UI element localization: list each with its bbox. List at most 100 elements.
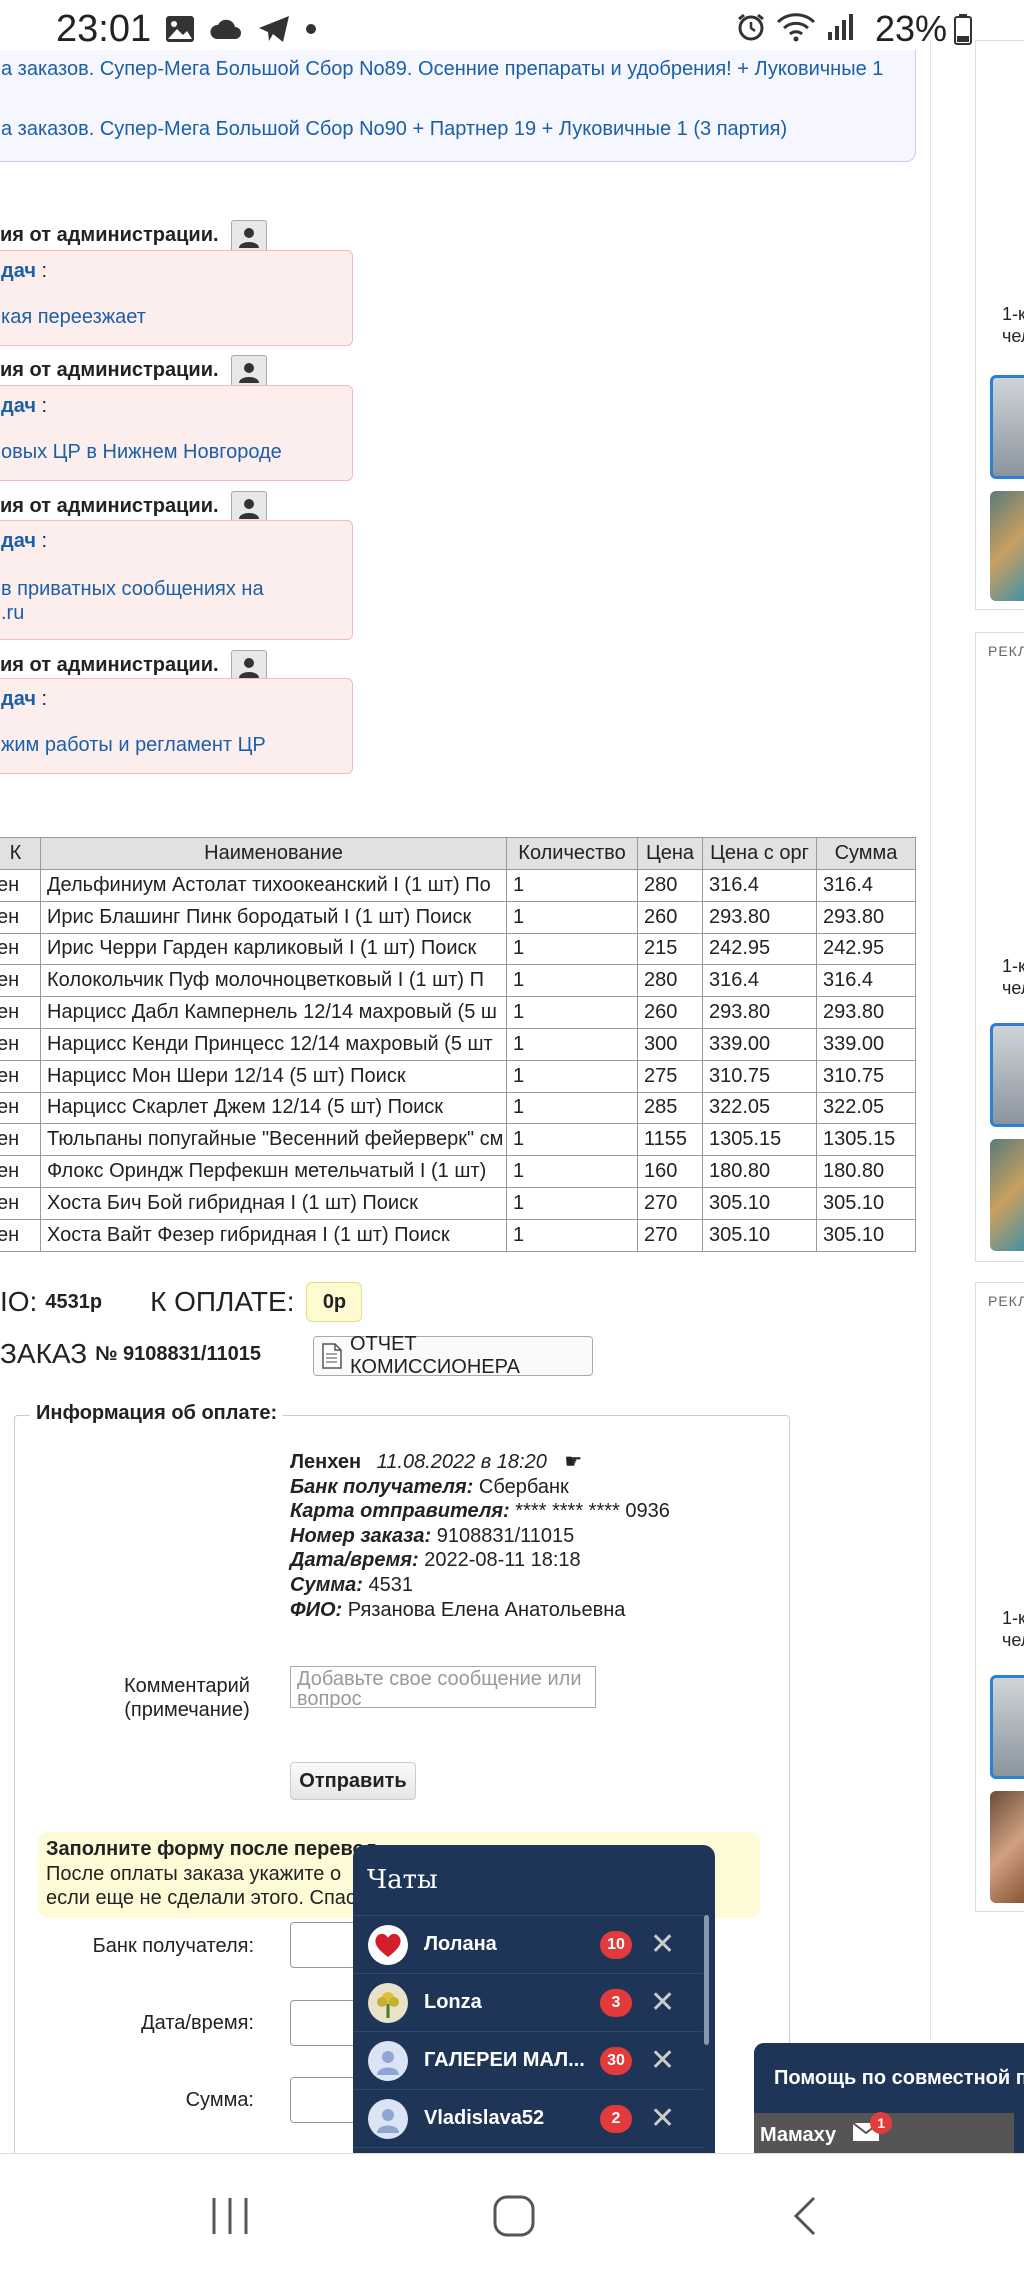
ad-thumbnail[interactable] [990, 491, 1024, 601]
table-cell: ен [0, 1059, 41, 1093]
column-header: К [0, 837, 41, 870]
table-cell: 322.05 [702, 1091, 817, 1125]
announcements-box: а заказов. Супер-Мега Большой Сбор No89.… [0, 50, 916, 162]
topay-label: К ОПЛАТЕ: [150, 1286, 295, 1317]
close-icon[interactable]: ✕ [650, 1929, 675, 1960]
table-cell[interactable]: Нарцисс Мон Шери 12/14 (5 шт) Поиск [40, 1059, 507, 1093]
news-link[interactable]: а заказов. Супер-Мега Большой Сбор No89.… [1, 58, 883, 81]
message-sender[interactable]: дач [1, 395, 36, 417]
chats-scrollbar[interactable] [704, 1915, 709, 2045]
comment-textarea[interactable]: Добавьте свое сообщение или вопрос [290, 1666, 596, 1708]
table-cell: ен [0, 1218, 41, 1252]
wifi-icon [776, 13, 816, 42]
ad-label: РЕКЛ [988, 1293, 1024, 1309]
column-header: Сумма [816, 837, 916, 870]
table-cell[interactable]: Ирис Черри Гарден карликовый I (1 шт) По… [40, 932, 507, 966]
table-row: енНарцисс Мон Шери 12/14 (5 шт) Поиск127… [0, 1059, 916, 1093]
table-cell[interactable]: Нарцисс Скарлет Джем 12/14 (5 шт) Поиск [40, 1091, 507, 1125]
table-cell: 293.80 [702, 900, 817, 934]
table-cell[interactable]: Дельфиниум Астолат тихоокеанский I (1 шт… [40, 869, 507, 902]
message-text[interactable]: .ru [1, 601, 24, 626]
gallery-icon [166, 16, 194, 42]
help-chat-tab[interactable]: Мамаху 1 [754, 2112, 1014, 2157]
home-icon[interactable] [492, 2194, 536, 2238]
chat-item[interactable]: Vladislava52 2 ✕ [353, 2089, 703, 2147]
close-icon[interactable]: ✕ [650, 2103, 675, 2134]
table-cell: 339.00 [816, 1027, 916, 1061]
table-cell[interactable]: Хоста Вайт Фезер гибридная I (1 шт) Поис… [40, 1218, 507, 1252]
form-sum-label: Сумма: [185, 2089, 254, 2111]
fio-line: ФИО: Рязанова Елена Анатольевна [290, 1598, 626, 1621]
chat-item[interactable]: Lonza 3 ✕ [353, 1973, 703, 2031]
document-icon [322, 1343, 342, 1369]
ad-thumbnail[interactable] [990, 1675, 1024, 1779]
payment-details: Ленхен 11.08.2022 в 18:20 ☛ Банк получат… [290, 1450, 670, 1622]
table-cell: 1305.15 [816, 1123, 916, 1157]
admin-message-title: ия от администрации. [0, 359, 219, 381]
table-cell: 1305.15 [702, 1123, 817, 1157]
card-value: **** **** **** 0936 [515, 1500, 670, 1523]
table-cell: 316.4 [816, 869, 916, 902]
message-text[interactable]: в приватных сообщениях на [1, 577, 264, 602]
form-bank-label: Банк получателя: [92, 1935, 254, 1957]
side-ad-card[interactable]: 1-к чел [975, 40, 1024, 610]
bank-line: Банк получателя: Сбербанк [290, 1475, 569, 1498]
table-cell: 260 [637, 900, 703, 934]
table-cell: 1 [506, 1027, 638, 1061]
table-cell: 1 [506, 1155, 638, 1188]
heart-icon [375, 1933, 401, 1957]
alarm-icon [738, 13, 764, 41]
table-cell: 1 [506, 1218, 638, 1252]
side-ad-card[interactable]: РЕКЛ 1-к чел [975, 632, 1024, 1262]
ad-thumbnail[interactable] [990, 1023, 1024, 1127]
news-link[interactable]: а заказов. Супер-Мега Большой Сбор No90 … [1, 118, 787, 141]
recent-apps-icon[interactable] [208, 2194, 252, 2238]
message-text[interactable]: кая переезжает [1, 305, 146, 330]
admin-avatar[interactable] [231, 220, 267, 254]
table-cell: 270 [637, 1186, 703, 1220]
back-icon[interactable] [784, 2194, 828, 2238]
help-widget[interactable]: Помощь по совместной по Мамаху 1 [754, 2043, 1024, 2163]
chat-item[interactable]: ГАЛЕРЕИ МАЛ... 30 ✕ [353, 2031, 703, 2089]
side-ad-card[interactable]: РЕКЛ 1-к чел [975, 1282, 1024, 1912]
message-sender[interactable]: дач [1, 530, 36, 552]
commission-report-button[interactable]: ОТЧЕТ КОМИССИОНЕРА [313, 1333, 593, 1378]
ad-text: чел [1002, 326, 1024, 346]
pointing-hand-icon[interactable]: ☛ [564, 1451, 582, 1473]
ad-text: 1-к [1002, 956, 1024, 976]
table-cell[interactable]: Ирис Блашинг Пинк бородатый I (1 шт) Пои… [40, 900, 507, 934]
ad-thumbnail[interactable] [990, 375, 1024, 479]
payment-author[interactable]: Ленхен [290, 1451, 361, 1473]
unread-badge: 30 [600, 2046, 632, 2075]
avatar [368, 1924, 408, 1965]
table-cell[interactable]: Колокольчик Пуф молочноцветковый I (1 шт… [40, 964, 507, 998]
chat-item[interactable]: Лолана 10 ✕ [353, 1915, 703, 1973]
payment-author-line: Ленхен 11.08.2022 в 18:20 ☛ [290, 1450, 670, 1475]
table-cell[interactable]: Тюльпаны попугайные "Весенний фейерверк"… [40, 1123, 507, 1157]
table-cell[interactable]: Флокс Ориндж Перфекшн метельчатый I (1 ш… [40, 1155, 507, 1188]
chat-name: ГАЛЕРЕИ МАЛ... [424, 2049, 585, 2071]
table-row: енХоста Вайт Фезер гибридная I (1 шт) По… [0, 1218, 916, 1252]
ad-thumbnail[interactable] [990, 1139, 1024, 1251]
avatar [368, 2040, 408, 2081]
table-cell[interactable]: Нарцисс Дабл Кампернель 12/14 махровый (… [40, 996, 507, 1029]
close-icon[interactable]: ✕ [650, 2045, 675, 2076]
message-text[interactable]: жим работы и регламент ЦР [1, 733, 266, 758]
admin-message-box: дач : жим работы и регламент ЦР [0, 678, 353, 774]
order-number-line: Номер заказа: 9108831/11015 [290, 1524, 575, 1547]
admin-avatar[interactable] [231, 355, 267, 389]
table-row: енИрис Черри Гарден карликовый I (1 шт) … [0, 932, 916, 966]
table-cell[interactable]: Нарцисс Кенди Принцесс 12/14 махровый (5… [40, 1027, 507, 1061]
message-sender[interactable]: дач [1, 260, 36, 282]
table-cell: ен [0, 1155, 41, 1188]
table-cell: 305.10 [816, 1218, 916, 1252]
ad-thumbnail[interactable] [990, 1791, 1024, 1903]
message-sender[interactable]: дач [1, 688, 36, 710]
send-button[interactable]: Отправить [290, 1762, 416, 1800]
table-cell[interactable]: Хоста Бич Бой гибридная I (1 шт) Поиск [40, 1186, 507, 1220]
message-text[interactable]: овых ЦР в Нижнем Новгороде [1, 440, 282, 465]
table-cell: 1 [506, 1059, 638, 1093]
close-icon[interactable]: ✕ [650, 1987, 675, 2018]
table-cell: 305.10 [702, 1186, 817, 1220]
table-cell: ен [0, 932, 41, 966]
